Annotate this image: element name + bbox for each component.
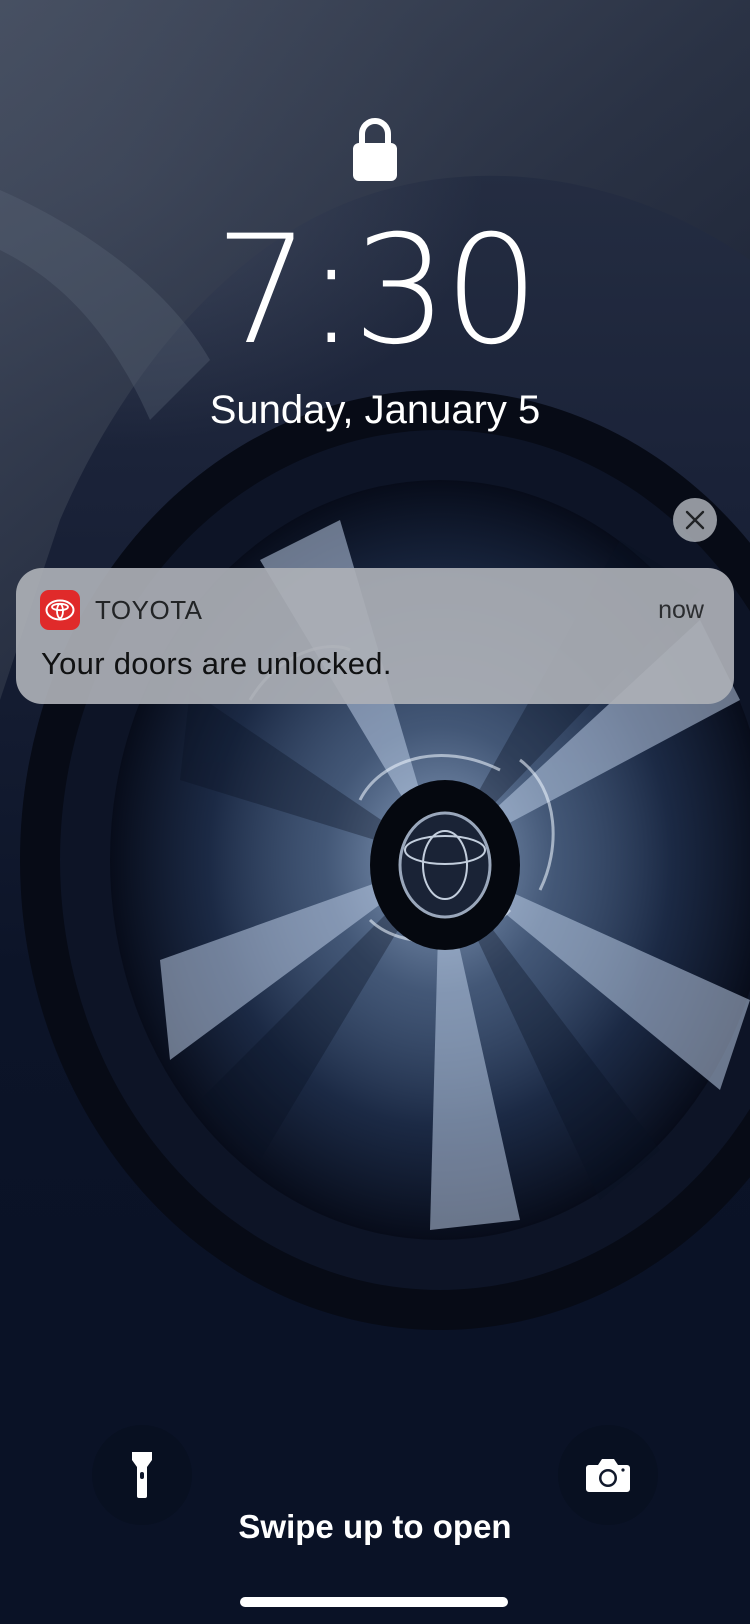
notification-app-name: TOYOTA — [95, 595, 203, 625]
lock-date: Sunday, January 5 — [209, 388, 541, 432]
notification-timestamp: now — [658, 596, 704, 624]
home-indicator[interactable] — [240, 1597, 508, 1607]
notification-dismiss-button[interactable] — [673, 498, 717, 542]
toyota-logo-icon — [45, 599, 75, 621]
notification-card[interactable]: TOYOTA now Your doors are unlocked. — [16, 568, 734, 704]
close-icon — [685, 510, 705, 530]
notification-message: Your doors are unlocked. — [41, 646, 392, 681]
clock-time: 7:30 — [214, 204, 540, 378]
padlock-icon — [353, 118, 397, 181]
swipe-up-hint: Swipe up to open — [238, 1508, 512, 1545]
camera-icon — [586, 1459, 630, 1492]
flashlight-icon — [132, 1452, 152, 1498]
app-icon — [40, 590, 80, 630]
